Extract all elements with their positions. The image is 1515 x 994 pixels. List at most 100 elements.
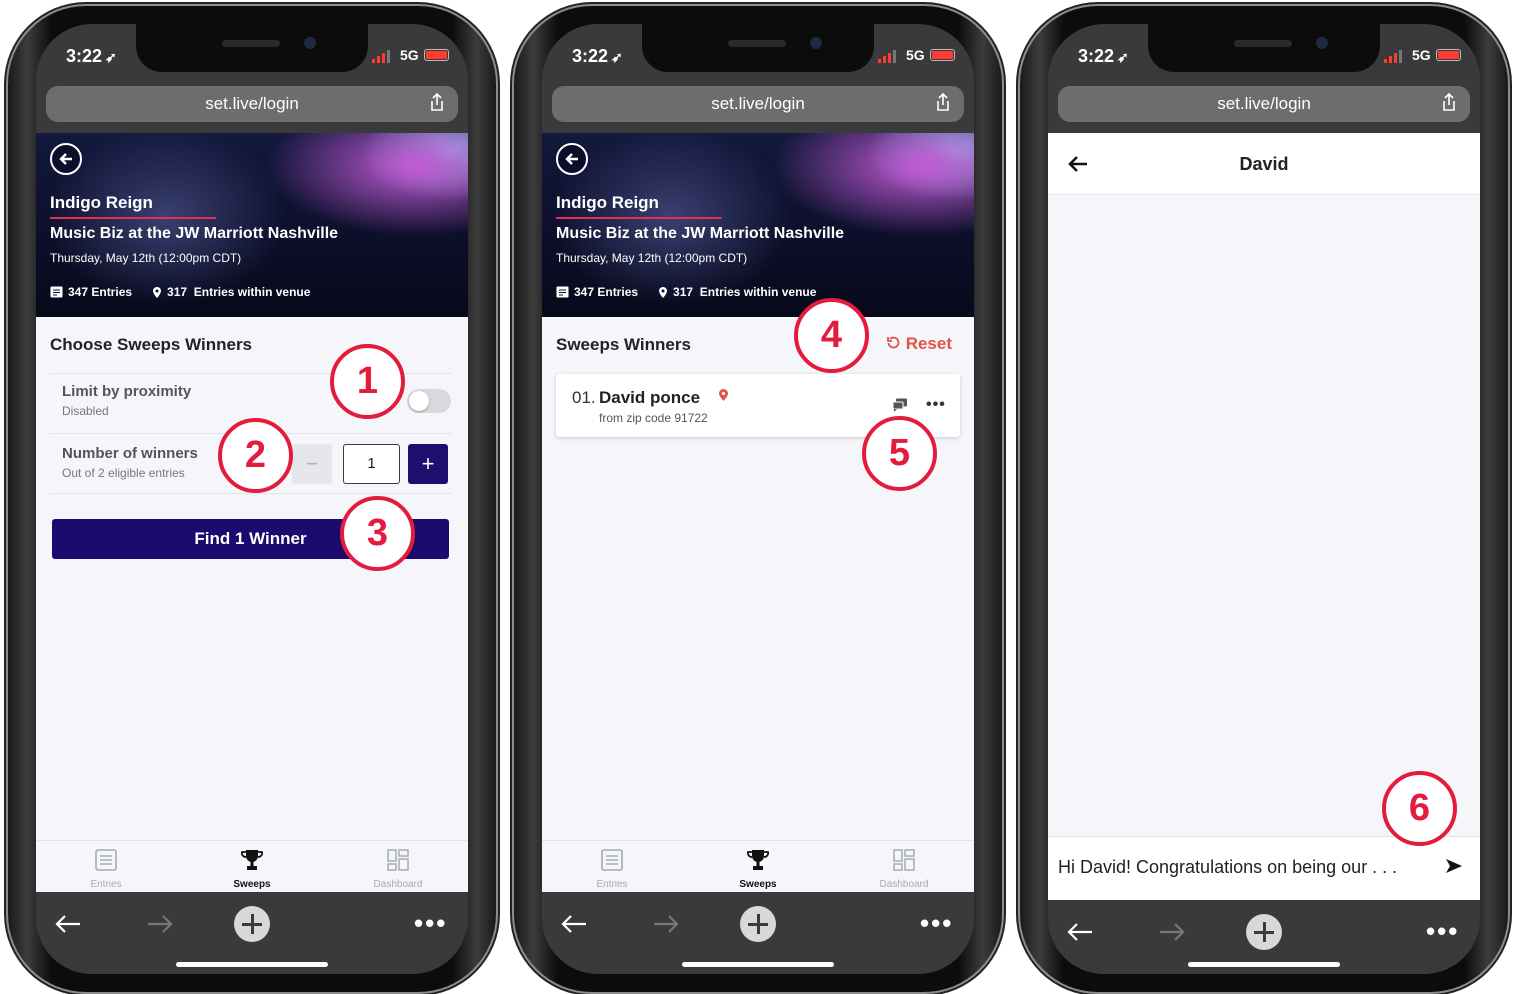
new-tab-icon[interactable] bbox=[740, 906, 776, 942]
url-text: set.live/login bbox=[205, 94, 299, 113]
decrement-button[interactable]: − bbox=[292, 444, 332, 484]
signal-icon bbox=[878, 50, 896, 63]
proximity-toggle[interactable] bbox=[407, 389, 451, 413]
winners-count-input[interactable]: 1 bbox=[343, 444, 400, 484]
chat-header: David bbox=[1048, 133, 1480, 195]
new-tab-icon[interactable] bbox=[1246, 914, 1282, 950]
venue-label: Entries within venue bbox=[193, 285, 311, 299]
tab-entries[interactable]: Entries bbox=[552, 849, 672, 890]
battery-icon bbox=[424, 49, 449, 61]
entries-icon bbox=[50, 286, 63, 298]
battery-icon bbox=[930, 49, 955, 61]
tab-label: Sweeps bbox=[739, 879, 777, 890]
address-bar[interactable]: set.live/login bbox=[552, 86, 964, 122]
notch bbox=[1148, 24, 1380, 72]
callout-5: 5 bbox=[862, 416, 937, 491]
venue-count: 317 bbox=[673, 285, 694, 299]
new-tab-icon[interactable] bbox=[234, 906, 270, 942]
entries-tab-icon bbox=[601, 849, 623, 871]
event-stats: 347 Entries 317 Entries within venue bbox=[556, 285, 816, 299]
location-pin-icon bbox=[153, 286, 162, 298]
event-hero: Indigo Reign Music Biz at the JW Marriot… bbox=[36, 133, 468, 317]
status-time: 3:22 ➶ bbox=[572, 46, 623, 66]
title-underline bbox=[50, 217, 216, 219]
reset-button[interactable]: Reset bbox=[886, 334, 952, 354]
venue-count: 317 bbox=[167, 285, 188, 299]
phone-chat: 3:22 ➶ 5G set.live/login David Hi David! … bbox=[1020, 6, 1508, 992]
location-arrow-icon: ➶ bbox=[1117, 49, 1129, 65]
tab-dashboard[interactable]: Dashboard bbox=[844, 849, 964, 890]
proximity-label: Limit by proximity bbox=[62, 383, 192, 400]
callout-3: 3 bbox=[340, 496, 415, 571]
winner-zip: from zip code 91722 bbox=[599, 411, 708, 425]
phone-screen: 3:22 ➶ 5G set.live/login Indigo Reign Mus… bbox=[36, 24, 468, 974]
message-input[interactable]: Hi David! Congratulations on being our .… bbox=[1058, 857, 1397, 878]
browser-back-icon[interactable] bbox=[560, 914, 588, 934]
location-pin-icon bbox=[659, 286, 668, 298]
home-indicator bbox=[176, 962, 328, 967]
proximity-state: Disabled bbox=[62, 404, 109, 418]
winner-number: 01. bbox=[572, 388, 596, 407]
address-bar[interactable]: set.live/login bbox=[1058, 86, 1470, 122]
notch bbox=[642, 24, 874, 72]
entries-icon bbox=[556, 286, 569, 298]
back-button[interactable] bbox=[556, 143, 588, 175]
address-bar[interactable]: set.live/login bbox=[46, 86, 458, 122]
tab-label: Dashboard bbox=[373, 879, 423, 890]
browser-forward-icon[interactable] bbox=[652, 914, 680, 934]
home-indicator bbox=[682, 962, 834, 967]
winner-location-icon bbox=[719, 389, 728, 401]
venue-label: Entries within venue bbox=[699, 285, 817, 299]
event-date: Thursday, May 12th (12:00pm CDT) bbox=[50, 251, 242, 265]
event-date: Thursday, May 12th (12:00pm CDT) bbox=[556, 251, 748, 265]
more-options-icon[interactable]: ••• bbox=[926, 396, 946, 414]
tab-bar: Entries Sweeps Dashboard bbox=[36, 840, 468, 892]
phone-screen: 3:22 ➶ 5G set.live/login Indigo Reign Mus… bbox=[542, 24, 974, 974]
tab-label: Sweeps bbox=[233, 879, 271, 890]
event-title: Music Biz at the JW Marriott Nashville bbox=[50, 225, 339, 242]
browser-forward-icon[interactable] bbox=[146, 914, 174, 934]
tab-entries[interactable]: Entries bbox=[46, 849, 166, 890]
share-icon[interactable] bbox=[1442, 93, 1456, 111]
browser-menu-icon[interactable]: ••• bbox=[414, 910, 447, 936]
tab-sweeps[interactable]: Sweeps bbox=[192, 849, 312, 890]
signal-icon bbox=[1384, 50, 1402, 63]
dashboard-icon bbox=[387, 849, 409, 871]
back-button[interactable] bbox=[50, 143, 82, 175]
phone-choose-winners: 3:22 ➶ 5G set.live/login Indigo Reign Mus… bbox=[8, 6, 496, 992]
entries-count: 347 Entries bbox=[68, 285, 133, 299]
event-hero: Indigo Reign Music Biz at the JW Marriot… bbox=[542, 133, 974, 317]
browser-back-icon[interactable] bbox=[1066, 922, 1094, 942]
increment-button[interactable]: + bbox=[408, 444, 448, 484]
share-icon[interactable] bbox=[936, 93, 950, 111]
callout-2: 2 bbox=[218, 418, 293, 493]
browser-menu-icon[interactable]: ••• bbox=[1426, 918, 1459, 944]
send-icon[interactable] bbox=[1445, 858, 1463, 874]
message-icon[interactable] bbox=[892, 398, 908, 412]
phone-sweeps-winners: 3:22 ➶ 5G set.live/login Indigo Reign Mus… bbox=[514, 6, 1002, 992]
back-arrow-icon bbox=[565, 153, 578, 165]
browser-toolbar: ••• bbox=[542, 892, 974, 974]
winners-sub: Out of 2 eligible entries bbox=[62, 466, 185, 480]
browser-back-icon[interactable] bbox=[54, 914, 82, 934]
network-label: 5G bbox=[400, 47, 419, 63]
artist-name: Indigo Reign bbox=[556, 193, 659, 212]
tab-bar: Entries Sweeps Dashboard bbox=[542, 840, 974, 892]
tab-label: Entries bbox=[90, 879, 122, 890]
signal-icon bbox=[372, 50, 390, 63]
sweeps-panel: Sweeps Winners Reset 01. David ponce fro… bbox=[542, 317, 974, 840]
browser-forward-icon[interactable] bbox=[1158, 922, 1186, 942]
section-title: Choose Sweeps Winners bbox=[50, 335, 253, 354]
status-time: 3:22 ➶ bbox=[1078, 46, 1129, 66]
back-arrow-icon bbox=[59, 153, 72, 165]
tab-sweeps[interactable]: Sweeps bbox=[698, 849, 818, 890]
callout-1: 1 bbox=[330, 344, 405, 419]
browser-menu-icon[interactable]: ••• bbox=[920, 910, 953, 936]
tab-label: Dashboard bbox=[879, 879, 929, 890]
title-underline bbox=[556, 217, 722, 219]
url-text: set.live/login bbox=[711, 94, 805, 113]
artist-name: Indigo Reign bbox=[50, 193, 153, 212]
tab-dashboard[interactable]: Dashboard bbox=[338, 849, 458, 890]
home-indicator bbox=[1188, 962, 1340, 967]
share-icon[interactable] bbox=[430, 93, 444, 111]
